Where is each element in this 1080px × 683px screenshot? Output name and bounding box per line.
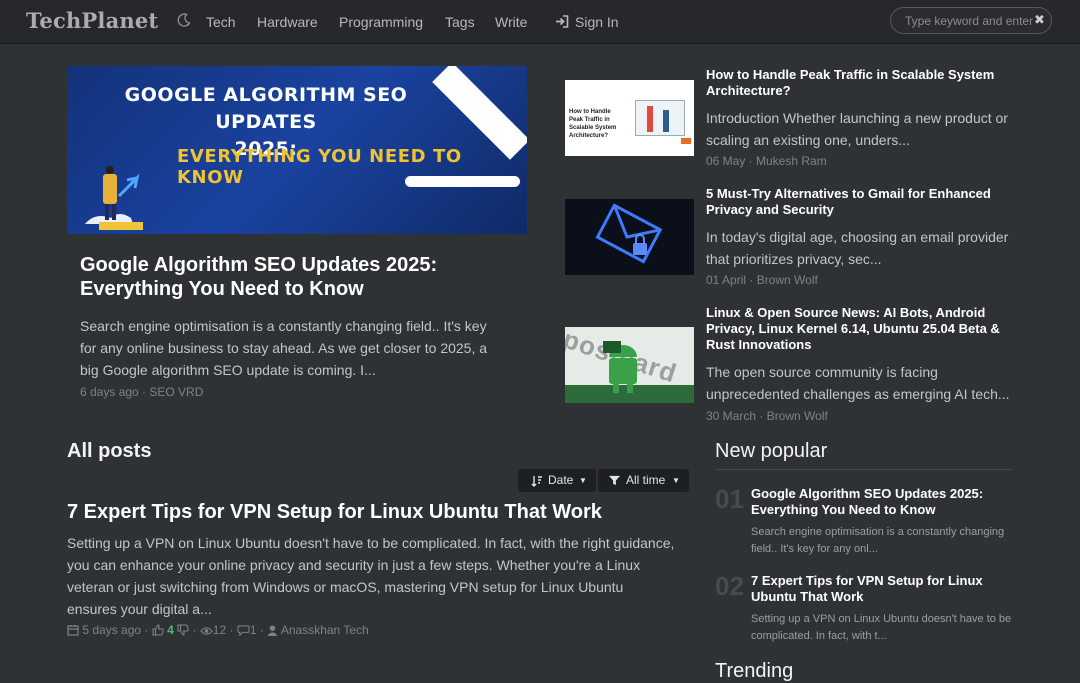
side-article-meta: 01 April · Brown Wolf xyxy=(706,273,818,287)
comment-icon xyxy=(237,625,250,637)
sign-in-icon[interactable] xyxy=(555,15,569,28)
popular-item-title[interactable]: 7 Expert Tips for VPN Setup for Linux Ub… xyxy=(751,573,1011,605)
android-figure xyxy=(565,341,694,403)
side-article-excerpt: The open source community is facing unpr… xyxy=(706,364,1010,402)
thumbnail-text: How to Handle Peak Traffic in Scalable S… xyxy=(569,109,617,139)
popular-item-excerpt: Setting up a VPN on Linux Ubuntu doesn't… xyxy=(751,613,1012,642)
nav-item-programming[interactable]: Programming xyxy=(339,14,423,30)
filter-icon xyxy=(609,475,620,486)
search-input[interactable] xyxy=(905,13,1033,29)
moon-icon[interactable] xyxy=(176,12,192,28)
side-article-excerpt: In today's digital age, choosing an emai… xyxy=(706,229,1009,267)
article-thumbnail-email-privacy[interactable] xyxy=(565,199,694,275)
rank-number: 02 xyxy=(715,571,744,601)
side-article-title[interactable]: Linux & Open Source News: AI Bots, Andro… xyxy=(706,305,1016,353)
filter-time-button[interactable]: All time ▼ xyxy=(598,469,689,492)
nav-item-write[interactable]: Write xyxy=(495,14,527,30)
article-thumbnail-scalable-system[interactable]: How to Handle Peak Traffic in Scalable S… xyxy=(565,80,694,156)
view-count: 12 xyxy=(212,623,227,637)
side-article-title[interactable]: 5 Must-Try Alternatives to Gmail for Enh… xyxy=(706,186,1016,218)
sign-in-link[interactable]: Sign In xyxy=(575,14,619,30)
post-meta: 5 days ago · 4 · 12 · 1 · Anasskhan Tech xyxy=(67,623,369,637)
caret-down-icon: ▼ xyxy=(579,476,587,485)
all-posts-heading: All posts xyxy=(67,440,152,462)
top-navbar: TechPlanet Tech Hardware Programming Tag… xyxy=(0,0,1080,44)
post-author[interactable]: Anasskhan Tech xyxy=(281,623,369,637)
calendar-icon xyxy=(67,625,79,636)
divider xyxy=(715,469,1013,470)
article-thumbnail-linux-news[interactable]: postcard xyxy=(565,327,694,403)
popular-item-title[interactable]: Google Algorithm SEO Updates 2025: Every… xyxy=(751,486,1011,518)
caret-down-icon: ▼ xyxy=(672,476,680,485)
thumbs-up-icon[interactable] xyxy=(152,624,164,636)
side-article-title[interactable]: How to Handle Peak Traffic in Scalable S… xyxy=(706,67,1016,99)
hero-image[interactable]: GOOGLE ALGORITHM SEO UPDATES 2025: EVERY… xyxy=(67,66,527,234)
envelope-lock-icon xyxy=(595,203,663,264)
side-article-meta: 06 May · Mukesh Ram xyxy=(706,154,827,168)
sort-label: Date xyxy=(548,473,574,487)
rank-number: 01 xyxy=(715,484,744,514)
post-excerpt: Setting up a VPN on Linux Ubuntu doesn't… xyxy=(67,535,675,617)
trending-heading: Trending xyxy=(715,660,794,682)
brand-logo[interactable]: TechPlanet xyxy=(26,8,158,33)
hero-article-meta: 6 days ago · SEO VRD xyxy=(80,385,204,399)
nav-item-hardware[interactable]: Hardware xyxy=(257,14,318,30)
post-date: 5 days ago xyxy=(82,623,142,637)
like-count: 4 xyxy=(167,623,174,637)
hero-article-title[interactable]: Google Algorithm SEO Updates 2025: Every… xyxy=(80,253,500,301)
user-icon xyxy=(267,625,278,636)
post-title[interactable]: 7 Expert Tips for VPN Setup for Linux Ub… xyxy=(67,500,687,524)
search-box: ✖ xyxy=(890,7,1052,34)
hero-article-excerpt: Search engine optimisation is a constant… xyxy=(80,318,488,378)
businessman-illustration xyxy=(85,166,143,230)
new-popular-heading: New popular xyxy=(715,440,828,462)
popular-item-excerpt: Search engine optimisation is a constant… xyxy=(751,526,1005,555)
filter-label: All time xyxy=(626,473,666,487)
sort-date-button[interactable]: Date ▼ xyxy=(518,469,596,492)
comment-count: 1 xyxy=(249,623,257,637)
nav-item-tech[interactable]: Tech xyxy=(206,14,236,30)
nav-item-tags[interactable]: Tags xyxy=(445,14,475,30)
side-article-excerpt: Introduction Whether launching a new pro… xyxy=(706,110,1008,148)
thumbs-down-icon[interactable] xyxy=(177,624,189,636)
side-article-meta: 30 March · Brown Wolf xyxy=(706,409,828,423)
close-icon[interactable]: ✖ xyxy=(1034,13,1046,27)
sort-icon xyxy=(531,476,542,487)
eye-icon xyxy=(200,627,213,635)
decorative-bar xyxy=(405,176,520,187)
